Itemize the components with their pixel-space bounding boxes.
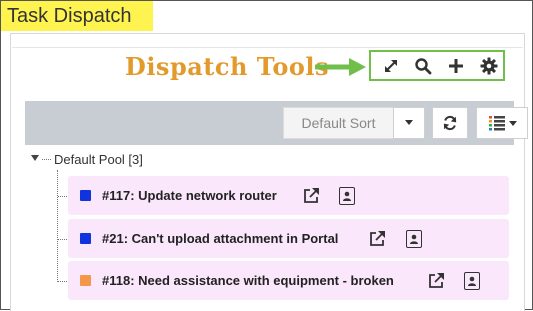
tree-connector	[58, 239, 67, 240]
open-external-icon[interactable]	[426, 271, 446, 291]
list-toolbar: Default Sort	[25, 101, 528, 145]
contact-card-icon[interactable]	[464, 272, 480, 290]
search-icon[interactable]	[413, 57, 433, 75]
caret-down-icon	[405, 120, 413, 125]
pool-node: Default Pool [3]	[31, 151, 231, 169]
refresh-button[interactable]	[432, 107, 468, 139]
callout-arrow-icon	[315, 58, 366, 76]
sort-dropdown-button[interactable]	[393, 107, 425, 139]
tree-connector	[58, 281, 67, 282]
ticket-item[interactable]: #117: Update network router	[68, 176, 509, 215]
ticket-title: #21: Can't upload attachment in Portal	[102, 231, 339, 246]
contact-card-icon[interactable]	[339, 187, 355, 205]
ticket-title: #117: Update network router	[102, 188, 277, 203]
list-view-icon	[488, 116, 505, 131]
callout-label: Dispatch Tools	[125, 52, 330, 81]
ticket-item[interactable]: #21: Can't upload attachment in Portal	[68, 219, 509, 258]
collapse-toggle-icon[interactable]	[31, 155, 39, 161]
priority-indicator	[80, 190, 91, 201]
contact-card-icon[interactable]	[406, 230, 422, 248]
expand-icon[interactable]	[381, 57, 401, 75]
tree-connector	[58, 196, 67, 197]
app-title: Task Dispatch	[1, 1, 153, 31]
tree-connector	[57, 170, 58, 282]
caret-down-icon	[508, 120, 517, 126]
refresh-icon	[443, 115, 457, 131]
panel-divider	[12, 47, 523, 48]
open-external-icon[interactable]	[301, 186, 321, 206]
priority-indicator	[80, 233, 91, 244]
sort-select[interactable]: Default Sort	[283, 107, 393, 139]
tree-connector	[42, 159, 51, 160]
open-external-icon[interactable]	[367, 229, 387, 249]
dispatch-tools	[369, 50, 505, 81]
view-options-button[interactable]	[476, 107, 528, 139]
pool-label: Default Pool [3]	[54, 152, 143, 167]
priority-indicator	[80, 275, 91, 286]
gear-icon[interactable]	[479, 57, 499, 75]
ticket-title: #118: Need assistance with equipment - b…	[102, 273, 394, 288]
plus-icon[interactable]	[446, 57, 466, 75]
ticket-item[interactable]: #118: Need assistance with equipment - b…	[68, 261, 509, 300]
